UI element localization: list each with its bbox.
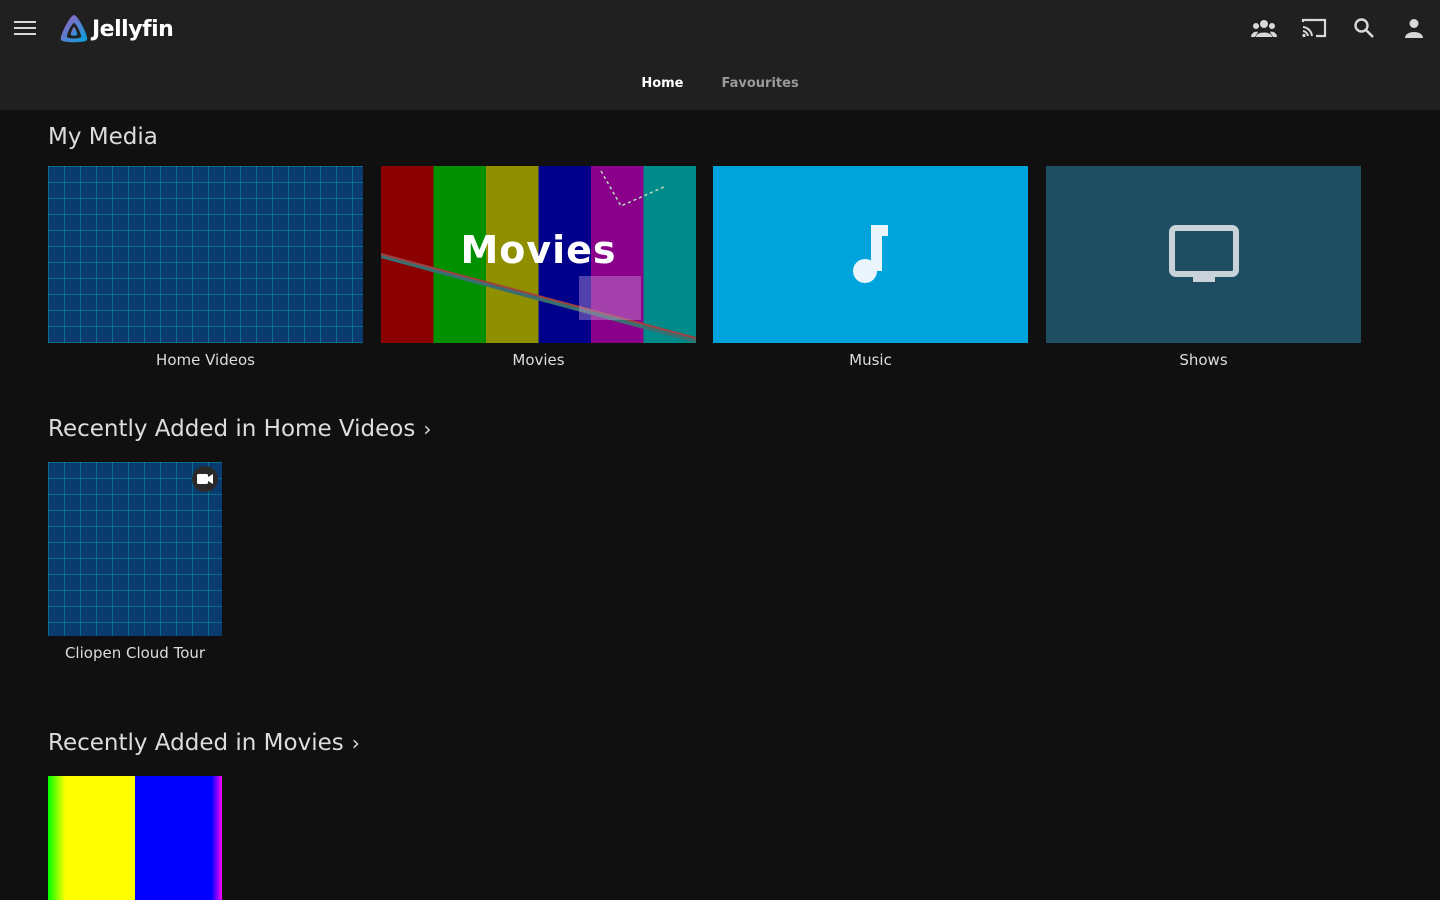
app-logo[interactable]: Jellyfin xyxy=(58,12,174,46)
menu-icon[interactable] xyxy=(14,17,36,39)
library-card-home-videos[interactable]: Home Videos xyxy=(48,166,363,369)
library-thumbnail: Movies xyxy=(381,166,696,343)
section-title-text: Recently Added in Home Videos xyxy=(48,416,416,442)
library-label: Shows xyxy=(1179,351,1228,369)
users-icon[interactable] xyxy=(1250,14,1278,42)
library-label: Home Videos xyxy=(156,351,255,369)
library-thumbnail xyxy=(48,166,363,343)
media-thumbnail xyxy=(48,462,222,636)
tv-icon xyxy=(1168,224,1239,282)
media-thumbnail xyxy=(48,776,222,900)
app-name: Jellyfin xyxy=(92,16,174,42)
music-note-icon xyxy=(852,224,888,283)
movies-overlay-text: Movies xyxy=(460,228,617,272)
section-title-text: Recently Added in Movies xyxy=(48,730,344,756)
library-label: Music xyxy=(849,351,892,369)
tab-favourites[interactable]: Favourites xyxy=(722,74,799,93)
cast-icon[interactable] xyxy=(1300,14,1328,42)
tab-bar: Home Favourites xyxy=(0,74,1440,93)
tab-home[interactable]: Home xyxy=(641,74,683,93)
library-card-music[interactable]: Music xyxy=(713,166,1028,369)
top-bar: Jellyfin Home Favourites xyxy=(0,0,1440,110)
jellyfin-logo-icon xyxy=(60,15,88,43)
my-media-title: My Media xyxy=(48,124,158,150)
user-icon[interactable] xyxy=(1400,14,1428,42)
chevron-right-icon[interactable]: › xyxy=(423,417,431,441)
library-thumbnail xyxy=(713,166,1028,343)
library-card-shows[interactable]: Shows xyxy=(1046,166,1361,369)
video-camera-icon xyxy=(192,466,218,492)
library-thumbnail xyxy=(1046,166,1361,343)
recent-movies-title[interactable]: Recently Added in Movies › xyxy=(48,730,360,756)
library-card-movies[interactable]: Movies Movies xyxy=(381,166,696,369)
chevron-right-icon[interactable]: › xyxy=(352,731,360,755)
recent-home-videos-title[interactable]: Recently Added in Home Videos › xyxy=(48,416,431,442)
media-card[interactable] xyxy=(48,776,222,900)
search-icon[interactable] xyxy=(1350,14,1378,42)
section-title-text: My Media xyxy=(48,124,158,150)
library-label: Movies xyxy=(512,351,565,369)
media-title: Cliopen Cloud Tour xyxy=(64,644,206,662)
media-card[interactable]: Cliopen Cloud Tour xyxy=(48,462,222,662)
